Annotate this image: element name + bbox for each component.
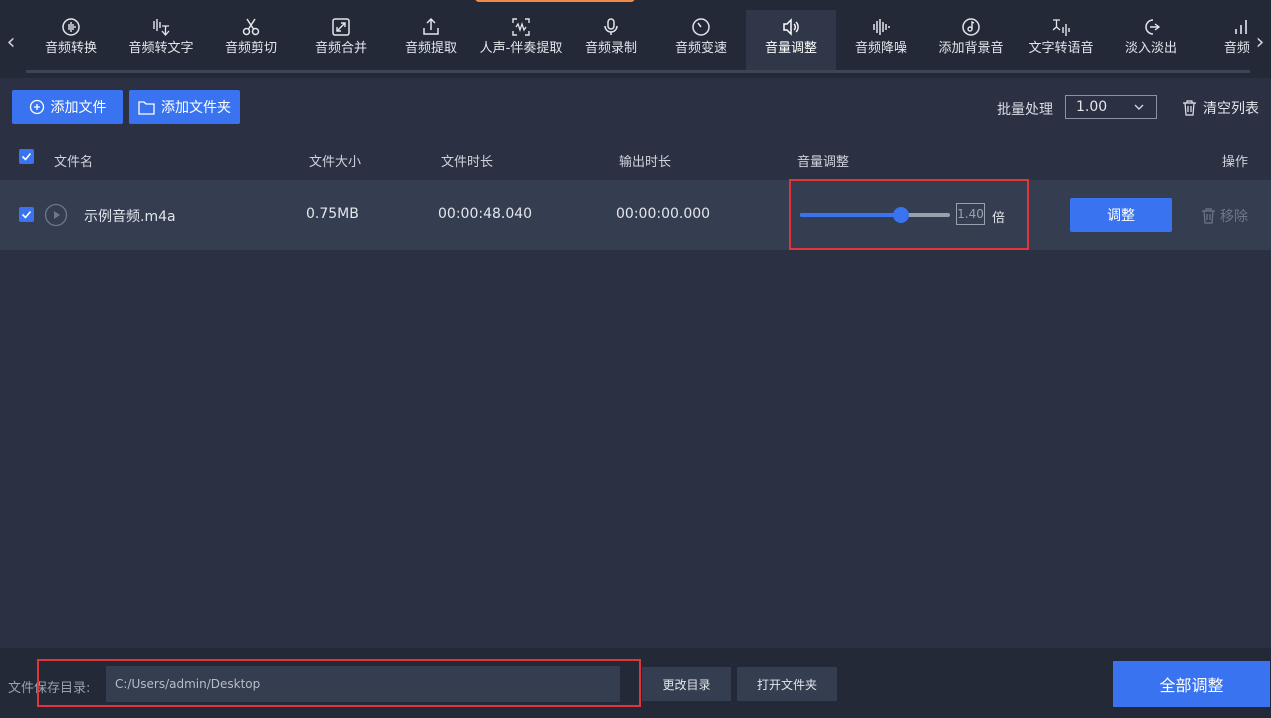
- music-disc-icon: [962, 18, 980, 36]
- add-folder-label: 添加文件夹: [161, 100, 231, 116]
- tool-audio-cut[interactable]: 音频剪切: [206, 10, 296, 70]
- volume-highlight-box: [789, 179, 1029, 250]
- tool-audio-extract[interactable]: 音频提取: [386, 10, 476, 70]
- row-output-duration: 00:00:00.000: [616, 206, 711, 222]
- noise-reduction-icon: [873, 19, 890, 35]
- volume-icon: [783, 18, 799, 36]
- top-accent-tab: [475, 0, 635, 2]
- tool-audio-merge[interactable]: 音频合并: [296, 10, 386, 70]
- clear-list-label: 清空列表: [1203, 101, 1259, 117]
- check-icon: [21, 210, 32, 219]
- row-file-name: 示例音频.m4a: [84, 209, 176, 225]
- speedometer-icon: [692, 18, 710, 36]
- adjust-button[interactable]: 调整: [1070, 198, 1172, 232]
- add-folder-button[interactable]: 添加文件夹: [129, 90, 240, 124]
- check-icon: [21, 152, 32, 161]
- tool-label: 淡入淡出: [1124, 41, 1177, 56]
- change-directory-button[interactable]: 更改目录: [642, 667, 731, 701]
- header-file-duration: 文件时长: [441, 155, 494, 170]
- header-file-name: 文件名: [54, 155, 94, 170]
- tool-label: 音频变速: [674, 41, 727, 56]
- header-operation: 操作: [1222, 155, 1249, 170]
- select-all-checkbox[interactable]: [19, 149, 34, 164]
- tool-add-background[interactable]: 添加背景音: [926, 10, 1016, 70]
- row-file-size: 0.75MB: [306, 206, 359, 222]
- clear-list-button[interactable]: 清空列表: [1182, 97, 1259, 119]
- plus-circle-icon: [29, 99, 44, 115]
- tool-label: 添加背景音: [938, 41, 1004, 56]
- tool-label: 人声-伴奏提取: [479, 41, 563, 56]
- tool-volume-adjust[interactable]: 音量调整: [746, 10, 836, 70]
- tool-label: 音频转文字: [128, 41, 194, 56]
- tool-label: 音频剪切: [224, 41, 277, 56]
- header-volume-adjust: 音量调整: [797, 155, 850, 170]
- extract-icon: [423, 17, 439, 35]
- add-file-button[interactable]: 添加文件: [12, 90, 123, 124]
- batch-label: 批量处理: [997, 102, 1053, 118]
- text-to-speech-icon: [1052, 19, 1070, 36]
- tool-fade[interactable]: 淡入淡出: [1106, 10, 1196, 70]
- microphone-icon: [604, 18, 618, 35]
- tool-label: 音频录制: [584, 41, 637, 56]
- file-list-area: [0, 250, 1271, 647]
- tool-audio-convert[interactable]: 音频转换: [26, 10, 116, 70]
- adjust-all-button[interactable]: 全部调整: [1113, 661, 1270, 707]
- remove-label: 移除: [1220, 209, 1248, 225]
- vocal-extract-icon: [512, 18, 530, 36]
- tool-label: 文字转语音: [1028, 41, 1094, 56]
- open-folder-button[interactable]: 打开文件夹: [737, 667, 837, 701]
- tool-label: 音频3: [1223, 41, 1250, 56]
- save-path-highlight-box: [37, 659, 641, 707]
- audio-convert-icon: [62, 18, 80, 36]
- chevron-down-icon: [1134, 104, 1144, 110]
- toolbar-scroll-track[interactable]: [26, 70, 1250, 73]
- speech-to-text-icon: [153, 19, 170, 36]
- header-file-size: 文件大小: [309, 155, 362, 170]
- scroll-left-button[interactable]: ‹: [1, 28, 21, 58]
- bars-icon: [1235, 20, 1247, 34]
- tool-audio-more[interactable]: 音频3: [1196, 10, 1250, 70]
- row-checkbox[interactable]: [19, 207, 34, 222]
- trash-icon: [1202, 208, 1215, 224]
- tool-audio-record[interactable]: 音频录制: [566, 10, 656, 70]
- tool-vocal-extract[interactable]: 人声-伴奏提取: [476, 10, 566, 70]
- play-icon[interactable]: [44, 203, 68, 227]
- folder-icon: [138, 100, 155, 115]
- tool-label: 音频转换: [44, 41, 97, 56]
- row-file-duration: 00:00:48.040: [438, 206, 533, 222]
- scissors-icon: [242, 18, 260, 36]
- fade-icon: [1145, 19, 1161, 35]
- remove-button[interactable]: 移除: [1201, 206, 1248, 226]
- tool-label: 音频提取: [404, 41, 457, 56]
- tool-label: 音频合并: [314, 41, 367, 56]
- tool-text-to-speech[interactable]: 文字转语音: [1016, 10, 1106, 70]
- batch-select[interactable]: 1.00: [1065, 95, 1157, 119]
- add-file-label: 添加文件: [50, 100, 107, 116]
- batch-value: 1.00: [1076, 99, 1108, 115]
- scroll-right-button[interactable]: ›: [1250, 28, 1270, 58]
- tool-list: 音频转换 音频转文字 音频剪切 音频合并 音频提取 人声-伴奏提取 音频录制 音…: [26, 10, 1250, 70]
- tool-audio-speed[interactable]: 音频变速: [656, 10, 746, 70]
- tool-speech-to-text[interactable]: 音频转文字: [116, 10, 206, 70]
- tool-noise-reduction[interactable]: 音频降噪: [836, 10, 926, 70]
- trash-icon: [1183, 100, 1196, 116]
- header-output-duration: 输出时长: [619, 155, 672, 170]
- tool-label: 音频降噪: [854, 41, 907, 56]
- merge-icon: [332, 18, 350, 36]
- tool-label: 音量调整: [764, 41, 817, 56]
